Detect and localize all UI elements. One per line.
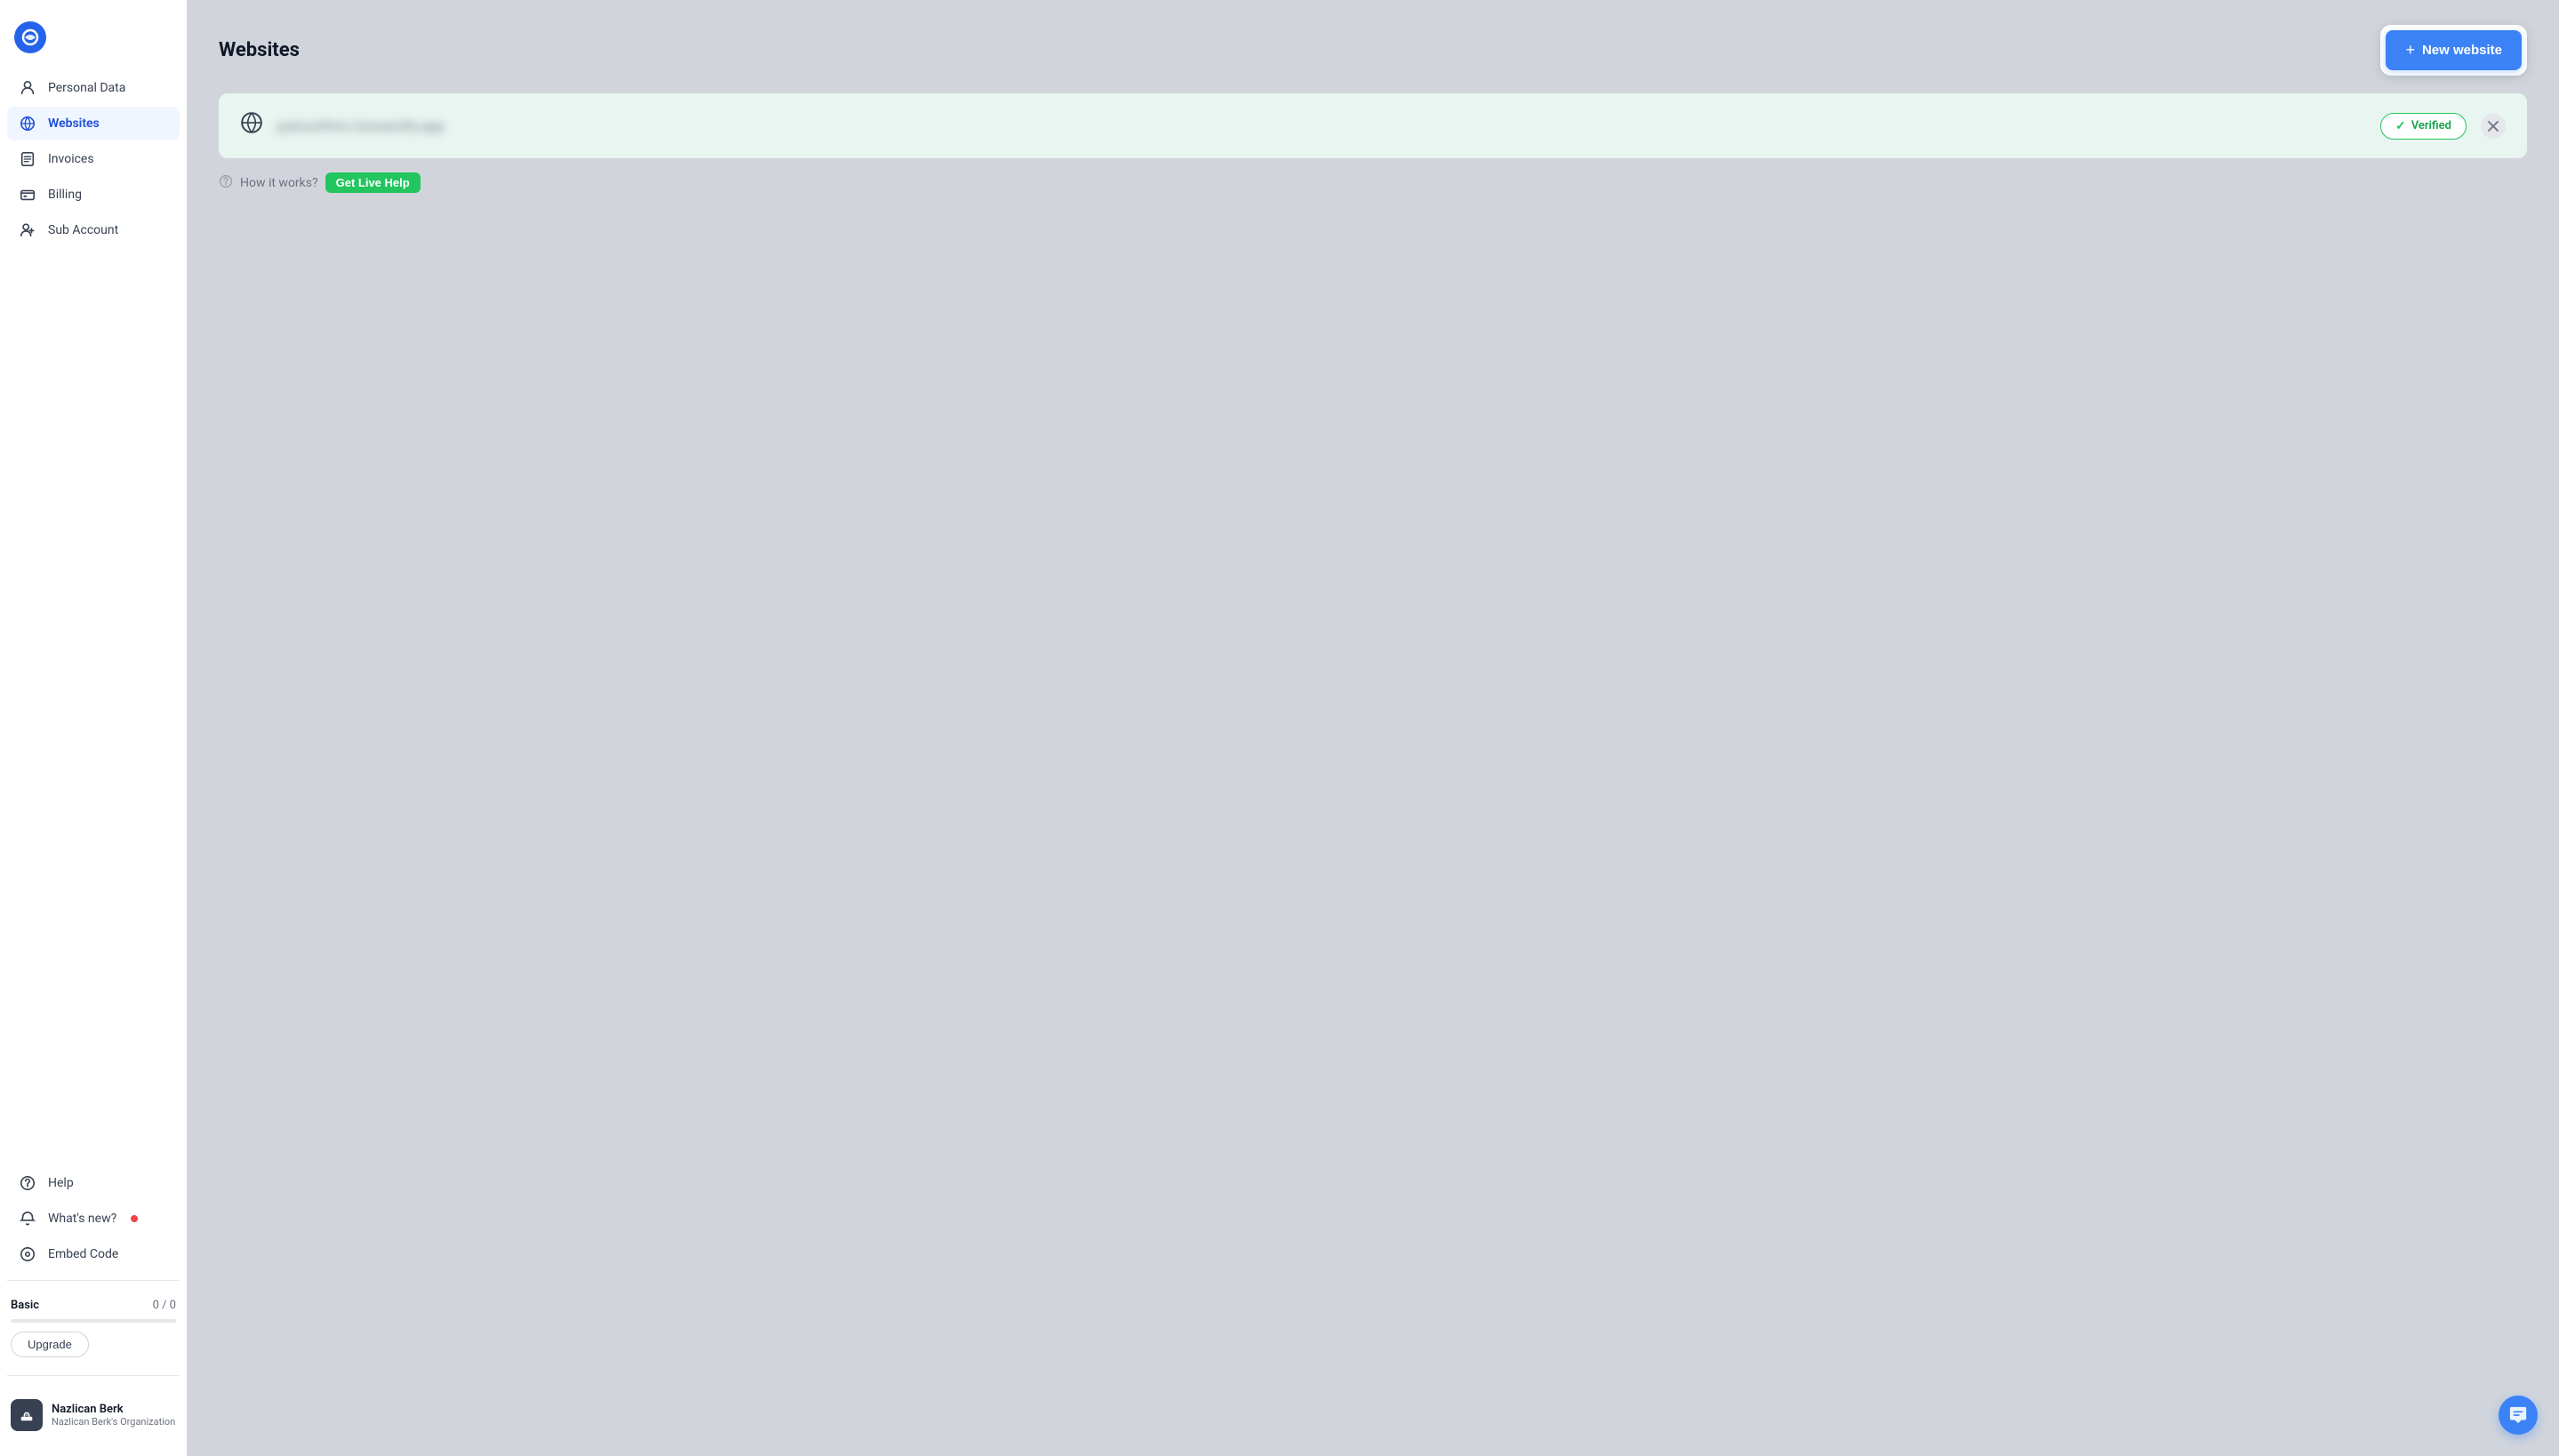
bell-icon <box>18 1211 37 1227</box>
sidebar-item-label: What's new? <box>48 1212 116 1226</box>
sidebar-item-label: Help <box>48 1176 74 1190</box>
usage-count: 0 / 0 <box>153 1299 176 1312</box>
sidebar-item-billing[interactable]: Billing <box>7 178 180 212</box>
websites-list: justconfirm.Connectify.app ✓ Verified Ho… <box>187 93 2559 225</box>
app-logo[interactable] <box>14 21 46 53</box>
sidebar-item-label: Billing <box>48 188 82 202</box>
notification-dot <box>131 1215 138 1222</box>
verified-label: Verified <box>2411 119 2451 132</box>
invoice-icon <box>18 151 37 167</box>
sidebar-item-label: Embed Code <box>48 1247 118 1261</box>
help-icon <box>18 1175 37 1191</box>
usage-section: Basic 0 / 0 Upgrade <box>0 1290 187 1366</box>
sidebar-item-sub-account[interactable]: Sub Account <box>7 213 180 247</box>
user-org: Nazlican Berk's Organization <box>52 1416 176 1428</box>
sidebar: Personal Data Websites Invoices <box>0 0 187 1456</box>
divider <box>7 1280 180 1281</box>
sidebar-item-invoices[interactable]: Invoices <box>7 142 180 176</box>
how-it-works-text: How it works? <box>240 176 318 190</box>
sidebar-item-help[interactable]: Help <box>7 1166 180 1200</box>
sidebar-item-label: Sub Account <box>48 223 118 237</box>
person-icon <box>18 80 37 96</box>
get-live-help-button[interactable]: Get Live Help <box>325 172 421 193</box>
remove-website-button[interactable] <box>2481 114 2506 139</box>
sidebar-item-whats-new[interactable]: What's new? <box>7 1202 180 1236</box>
upgrade-button[interactable]: Upgrade <box>11 1332 89 1357</box>
question-circle-icon <box>219 174 233 192</box>
sidebar-nav: Personal Data Websites Invoices <box>0 71 187 619</box>
sidebar-item-label: Websites <box>48 116 100 131</box>
sidebar-item-label: Personal Data <box>48 81 125 95</box>
new-website-wrapper: + New website <box>2380 25 2527 76</box>
user-info: Nazlican Berk Nazlican Berk's Organizati… <box>52 1403 176 1428</box>
user-name: Nazlican Berk <box>52 1403 176 1416</box>
how-it-works: How it works? Get Live Help <box>219 172 2527 193</box>
page-title: Websites <box>219 39 300 61</box>
globe-icon <box>18 116 37 132</box>
main-content: Websites + New website justconfirm.Conne… <box>187 0 2559 1456</box>
check-icon: ✓ <box>2395 119 2406 133</box>
sub-account-icon <box>18 222 37 238</box>
main-header: Websites + New website <box>187 0 2559 93</box>
sidebar-bottom: Help What's new? Embed Code <box>0 1166 187 1271</box>
plus-icon: + <box>2405 41 2415 60</box>
website-globe-icon <box>240 111 263 140</box>
website-row: justconfirm.Connectify.app ✓ Verified <box>219 93 2527 158</box>
billing-icon <box>18 187 37 203</box>
chat-widget[interactable] <box>2499 1396 2538 1435</box>
logo-area[interactable] <box>0 14 187 71</box>
new-website-label: New website <box>2422 43 2502 58</box>
divider-2 <box>7 1375 180 1376</box>
sidebar-item-personal-data[interactable]: Personal Data <box>7 71 180 105</box>
sidebar-item-label: Invoices <box>48 152 94 166</box>
usage-bar <box>11 1319 176 1323</box>
verified-badge: ✓ Verified <box>2380 113 2467 140</box>
website-url: justconfirm.Connectify.app <box>277 118 2366 134</box>
new-website-button[interactable]: + New website <box>2386 30 2522 70</box>
embed-icon <box>18 1246 37 1262</box>
plan-label: Basic <box>11 1299 39 1312</box>
sidebar-item-embed-code[interactable]: Embed Code <box>7 1237 180 1271</box>
sidebar-item-websites[interactable]: Websites <box>7 107 180 140</box>
user-profile[interactable]: Nazlican Berk Nazlican Berk's Organizati… <box>0 1388 187 1442</box>
avatar <box>11 1399 43 1431</box>
